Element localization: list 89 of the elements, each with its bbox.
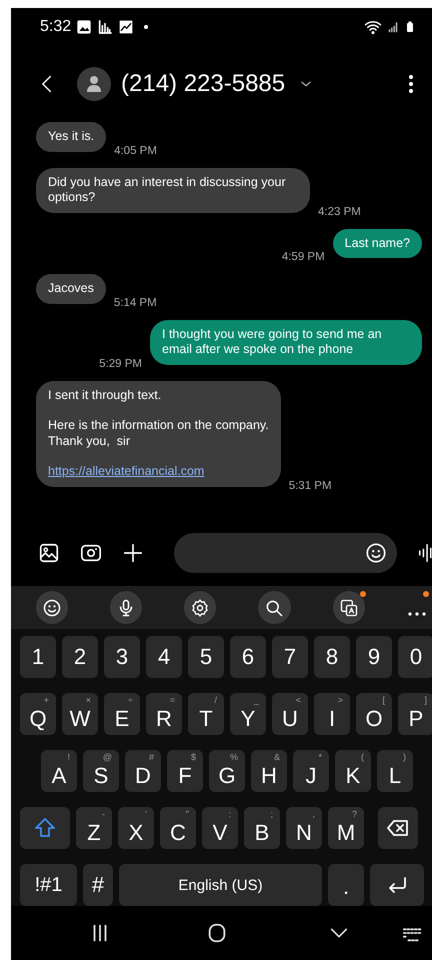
add-button[interactable]	[122, 542, 144, 564]
message-bubble: Did you have an interest in discussing your options?	[36, 168, 310, 212]
message-bubble: I sent it through text. Here is the information on the company. Thank you, sir https://alleviatefinancial.com	[36, 380, 281, 486]
key[interactable]: × W	[62, 693, 98, 735]
key[interactable]: & H	[251, 750, 287, 792]
key[interactable]: " C	[160, 807, 196, 849]
emoji-button[interactable]	[36, 591, 68, 624]
emoji-button[interactable]	[365, 542, 387, 564]
settings-icon	[190, 598, 210, 618]
key[interactable]: $ F	[167, 750, 203, 792]
key[interactable]: 4	[146, 636, 182, 678]
settings-button[interactable]	[184, 591, 216, 624]
translate-button[interactable]	[332, 591, 365, 624]
key[interactable]: 2	[62, 636, 98, 678]
key[interactable]: < U	[272, 693, 308, 735]
key[interactable]: ) L	[377, 750, 413, 792]
message-time: 5:14 PM	[114, 296, 157, 308]
key[interactable]: _ Y	[230, 693, 266, 735]
camera-icon	[80, 542, 102, 564]
message-bubble: Jacoves	[36, 274, 106, 304]
key[interactable]: : V	[202, 807, 238, 849]
voice-input-button[interactable]	[110, 591, 142, 624]
key[interactable]: ! A	[41, 750, 77, 792]
bar-chart-icon	[97, 19, 114, 35]
search-button[interactable]	[258, 591, 290, 624]
key[interactable]: 9	[356, 636, 392, 678]
line-chart-icon	[118, 19, 134, 35]
message-time: 5:29 PM	[99, 358, 142, 370]
plus-icon	[122, 542, 144, 564]
symbols-key[interactable]: !#1	[20, 864, 77, 906]
key[interactable]: 7	[272, 636, 308, 678]
notification-badge	[360, 591, 366, 597]
key[interactable]: , N	[286, 807, 322, 849]
message-time: 4:23 PM	[318, 206, 361, 218]
key[interactable]: @ S	[83, 750, 119, 792]
key[interactable]: % G	[209, 750, 245, 792]
key[interactable]: + Q	[20, 693, 56, 735]
smiley-icon	[42, 598, 62, 618]
shift-icon	[33, 816, 57, 840]
message-bubble: I thought you were going to send me an email after we spoke on the phone	[150, 320, 422, 364]
key[interactable]: - Z	[76, 807, 112, 849]
key[interactable]: 6	[230, 636, 266, 678]
key[interactable]: 1	[20, 636, 56, 678]
key[interactable]: ? M	[328, 807, 364, 849]
key[interactable]: 8	[314, 636, 350, 678]
message-time: 5:31 PM	[288, 480, 332, 492]
backspace-key[interactable]	[378, 807, 418, 849]
key[interactable]: ; B	[244, 807, 280, 849]
image-icon	[76, 19, 92, 35]
more-icon	[408, 612, 426, 616]
message-time: 4:05 PM	[114, 144, 157, 156]
shift-key[interactable]	[20, 807, 70, 849]
message-input-field[interactable]	[174, 533, 397, 573]
clock-time: 5:32	[40, 18, 72, 36]
translate-icon	[338, 598, 359, 618]
key[interactable]: ÷ E	[104, 693, 140, 735]
notification-badge	[423, 591, 430, 597]
enter-key[interactable]	[370, 864, 424, 906]
home-button[interactable]	[206, 922, 228, 944]
message-link[interactable]: https://alleviatefinancial.com	[48, 464, 269, 480]
key[interactable]: ] P	[398, 693, 432, 735]
camera-button[interactable]	[80, 542, 102, 564]
key[interactable]: = R	[146, 693, 182, 735]
contact-number[interactable]: (214) 223-5885	[121, 70, 286, 98]
message-time: 4:59 PM	[282, 251, 325, 263]
wifi-icon	[364, 18, 382, 36]
gallery-button[interactable]	[38, 542, 60, 564]
key[interactable]: # D	[125, 750, 161, 792]
smiley-icon	[365, 542, 387, 564]
key[interactable]: > I	[314, 693, 350, 735]
period-key[interactable]: .	[328, 864, 364, 906]
key[interactable]: 5	[188, 636, 224, 678]
space-bar[interactable]: English (US)	[119, 864, 322, 906]
key[interactable]: * J	[293, 750, 329, 792]
key[interactable]: [ O	[356, 693, 392, 735]
key[interactable]: 0	[398, 636, 432, 678]
key[interactable]: ( K	[335, 750, 371, 792]
dot-icon	[143, 24, 150, 30]
home-icon	[206, 922, 228, 944]
key[interactable]: 3	[104, 636, 140, 678]
key[interactable]: #	[83, 864, 113, 906]
image-icon	[38, 542, 60, 564]
more-icon	[408, 74, 414, 94]
key[interactable]: / T	[188, 693, 224, 735]
contact-avatar[interactable]	[77, 67, 111, 101]
message-bubble: Last name?	[332, 228, 422, 258]
search-icon	[264, 598, 284, 618]
key[interactable]: ' X	[118, 807, 154, 849]
message-bubble: Yes it is.	[36, 122, 106, 152]
